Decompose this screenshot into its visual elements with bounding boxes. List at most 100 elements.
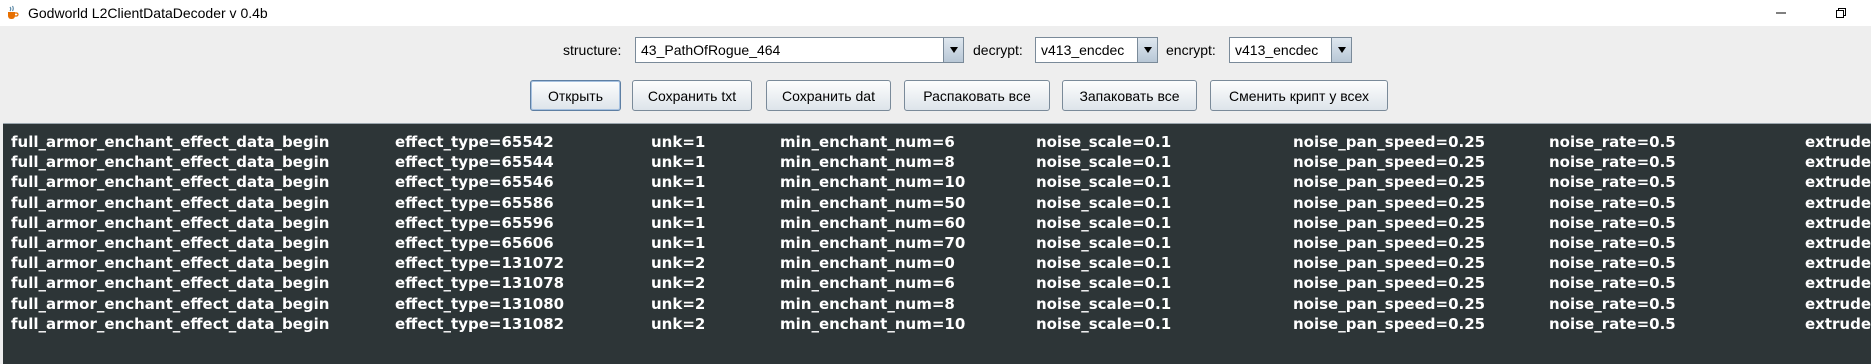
change-crypt-button[interactable]: Сменить крипт у всех — [1210, 80, 1388, 111]
chevron-down-icon — [949, 47, 958, 53]
text-field-record-tag: full_armor_enchant_effect_data_begin — [11, 133, 330, 151]
text-field-noise-scale: noise_scale=0.1 — [1036, 133, 1172, 151]
decrypt-dropdown-arrow[interactable] — [1137, 38, 1157, 62]
text-field-unk: unk=1 — [651, 234, 706, 252]
encrypt-dropdown-arrow[interactable] — [1331, 38, 1351, 62]
text-field-noise-pan-speed: noise_pan_speed=0.25 — [1293, 133, 1486, 151]
structure-select[interactable]: 43_PathOfRogue_464 — [635, 37, 964, 63]
minimize-icon — [1776, 12, 1786, 14]
open-button[interactable]: Открыть — [530, 80, 621, 111]
text-field-effect-type: effect_type=65586 — [395, 193, 554, 212]
text-field-noise-scale: noise_scale=0.1 — [1036, 173, 1172, 192]
save-dat-button[interactable]: Сохранить dat — [766, 80, 891, 111]
text-field-effect-type: effect_type=65544 — [395, 153, 554, 172]
text-field-noise-scale: noise_scale=0.1 — [1036, 234, 1172, 252]
text-field-record-tag: full_armor_enchant_effect_data_begin — [11, 254, 330, 273]
text-field-unk: unk=1 — [651, 153, 706, 172]
text-line: full_armor_enchant_effect_data_begin effe… — [3, 295, 1871, 315]
text-field-noise-rate: noise_rate=0.5 — [1549, 193, 1676, 212]
text-field-noise-pan-speed: noise_pan_speed=0.25 — [1293, 153, 1486, 172]
text-field-noise-rate: noise_rate=0.5 — [1549, 213, 1676, 232]
text-line: full_armor_enchant_effect_data_begin effe… — [3, 133, 1871, 153]
text-field-min-enchant-num: min_enchant_num=10 — [780, 173, 966, 192]
title-bar[interactable]: Godworld L2ClientDataDecoder v 0.4b — [0, 0, 1871, 26]
minimize-button[interactable] — [1751, 0, 1811, 26]
text-field-noise-scale: noise_scale=0.1 — [1036, 153, 1172, 172]
text-field-extrude: extrude_ — [1805, 234, 1871, 252]
text-line: full_armor_enchant_effect_data_begin effe… — [3, 173, 1871, 193]
text-field-min-enchant-num: min_enchant_num=50 — [780, 193, 966, 212]
text-line: full_armor_enchant_effect_data_begin effe… — [3, 194, 1871, 214]
text-field-noise-rate: noise_rate=0.5 — [1549, 274, 1676, 293]
text-field-noise-pan-speed: noise_pan_speed=0.25 — [1293, 314, 1486, 333]
button-row: Открыть Сохранить txt Сохранить dat Расп… — [0, 80, 1871, 112]
text-field-noise-scale: noise_scale=0.1 — [1036, 193, 1172, 212]
text-field-noise-rate: noise_rate=0.5 — [1549, 294, 1676, 313]
text-field-extrude: extrude_ — [1805, 213, 1871, 232]
text-field-unk: unk=2 — [651, 294, 706, 313]
text-field-unk: unk=2 — [651, 274, 706, 293]
text-line: full_armor_enchant_effect_data_begin effe… — [3, 254, 1871, 274]
text-line: full_armor_enchant_effect_data_begin effe… — [3, 274, 1871, 294]
decrypt-select[interactable]: v413_encdec — [1035, 37, 1158, 63]
text-field-extrude: extrude_ — [1805, 314, 1871, 333]
encrypt-label: encrypt: — [1166, 42, 1216, 58]
text-field-extrude: extrude_ — [1805, 254, 1871, 273]
chevron-down-icon — [1337, 47, 1346, 53]
text-field-extrude: extrude_ — [1805, 153, 1871, 172]
text-field-noise-pan-speed: noise_pan_speed=0.25 — [1293, 234, 1486, 252]
text-field-effect-type: effect_type=65546 — [395, 173, 554, 192]
decrypt-value: v413_encdec — [1041, 42, 1125, 58]
text-field-min-enchant-num: min_enchant_num=6 — [780, 274, 955, 293]
text-field-record-tag: full_armor_enchant_effect_data_begin — [11, 213, 330, 232]
output-text-area[interactable]: full_armor_enchant_effect_data_begineffe… — [3, 123, 1871, 364]
text-field-unk: unk=1 — [651, 213, 706, 232]
text-field-unk: unk=2 — [651, 254, 706, 273]
text-line: full_armor_enchant_effect_data_begin effe… — [3, 315, 1871, 335]
encrypt-value: v413_encdec — [1235, 42, 1319, 58]
text-line: full_armor_enchant_effect_data_begin effe… — [3, 214, 1871, 234]
window-controls — [1751, 0, 1871, 26]
text-field-unk: unk=1 — [651, 133, 706, 151]
text-field-record-tag: full_armor_enchant_effect_data_begin — [11, 193, 330, 212]
structure-label: structure: — [563, 42, 622, 58]
restore-button[interactable] — [1811, 0, 1871, 26]
save-txt-button[interactable]: Сохранить txt — [632, 80, 752, 111]
text-field-effect-type: effect_type=65596 — [395, 213, 554, 232]
text-field-min-enchant-num: min_enchant_num=70 — [780, 234, 966, 252]
text-field-noise-scale: noise_scale=0.1 — [1036, 294, 1172, 313]
text-field-noise-scale: noise_scale=0.1 — [1036, 314, 1172, 333]
text-field-effect-type: effect_type=131082 — [395, 314, 565, 333]
encrypt-select[interactable]: v413_encdec — [1229, 37, 1352, 63]
decrypt-label: decrypt: — [973, 42, 1023, 58]
text-field-min-enchant-num: min_enchant_num=10 — [780, 314, 966, 333]
text-field-noise-pan-speed: noise_pan_speed=0.25 — [1293, 274, 1486, 293]
text-field-effect-type: effect_type=65606 — [395, 234, 554, 252]
text-field-min-enchant-num: min_enchant_num=8 — [780, 294, 955, 313]
text-field-unk: unk=1 — [651, 173, 706, 192]
text-field-unk: unk=1 — [651, 193, 706, 212]
text-field-min-enchant-num: min_enchant_num=8 — [780, 153, 955, 172]
java-cup-icon — [8, 5, 19, 19]
restore-icon — [1836, 8, 1846, 18]
unpack-all-button[interactable]: Распаковать все — [904, 80, 1050, 111]
text-field-noise-scale: noise_scale=0.1 — [1036, 213, 1172, 232]
text-field-noise-pan-speed: noise_pan_speed=0.25 — [1293, 173, 1486, 192]
text-field-noise-rate: noise_rate=0.5 — [1549, 314, 1676, 333]
text-field-noise-rate: noise_rate=0.5 — [1549, 254, 1676, 273]
selector-row: structure: 43_PathOfRogue_464 decrypt: v… — [0, 35, 1871, 65]
text-field-record-tag: full_armor_enchant_effect_data_begin — [11, 274, 330, 293]
text-field-extrude: extrude_ — [1805, 274, 1871, 293]
text-field-noise-pan-speed: noise_pan_speed=0.25 — [1293, 193, 1486, 212]
text-field-extrude: extrude_ — [1805, 133, 1871, 151]
window-title: Godworld L2ClientDataDecoder v 0.4b — [28, 5, 268, 21]
text-field-noise-rate: noise_rate=0.5 — [1549, 234, 1676, 252]
text-field-effect-type: effect_type=65542 — [395, 133, 554, 151]
text-field-noise-pan-speed: noise_pan_speed=0.25 — [1293, 254, 1486, 273]
text-field-min-enchant-num: min_enchant_num=6 — [780, 133, 955, 151]
text-field-noise-rate: noise_rate=0.5 — [1549, 173, 1676, 192]
text-field-noise-rate: noise_rate=0.5 — [1549, 133, 1676, 151]
text-field-noise-pan-speed: noise_pan_speed=0.25 — [1293, 294, 1486, 313]
structure-dropdown-arrow[interactable] — [943, 38, 963, 62]
pack-all-button[interactable]: Запаковать все — [1062, 80, 1197, 111]
